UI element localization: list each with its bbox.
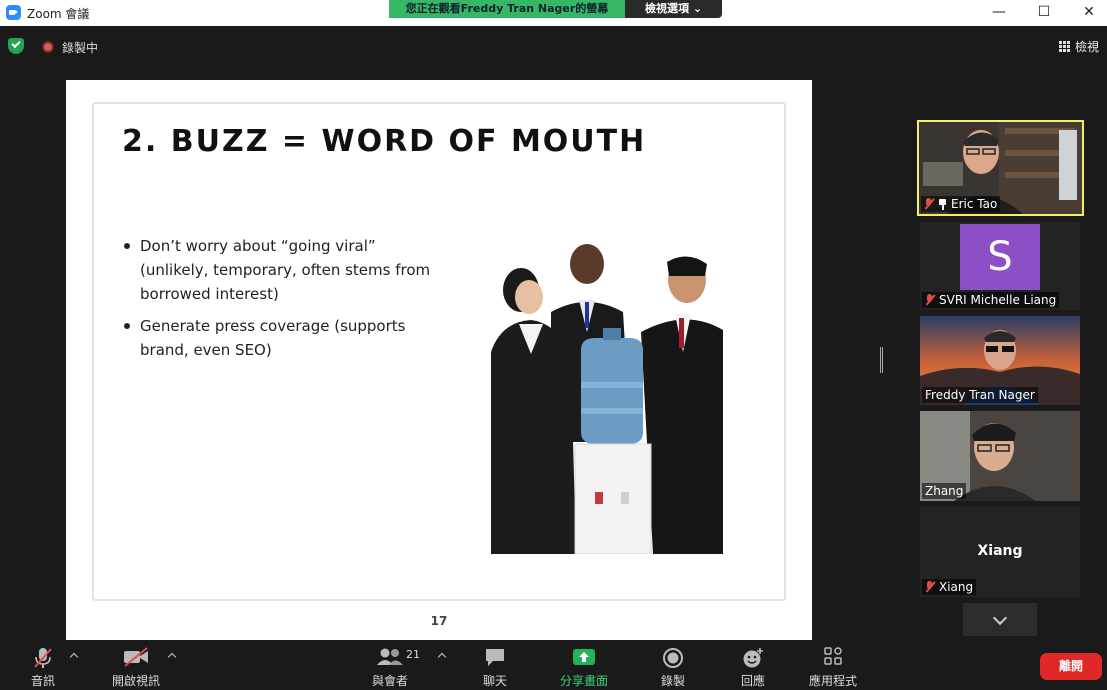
video-options-caret[interactable] [168, 652, 176, 660]
slide-bullets: Don’t worry about “going viral” (unlikel… [124, 234, 444, 370]
gallery-scroll-down-button[interactable] [963, 603, 1037, 636]
zoom-logo-icon [6, 5, 21, 20]
view-label: 檢視 [1074, 40, 1099, 54]
leave-meeting-button[interactable]: 離開 [1040, 653, 1102, 680]
chat-label: 聊天 [482, 674, 507, 688]
water-cooler-photo [491, 242, 723, 554]
grid-view-icon [1058, 41, 1070, 52]
pin-icon [938, 198, 947, 210]
avatar: S [960, 224, 1040, 290]
share-screen-icon [573, 649, 595, 665]
recording-icon [42, 41, 54, 53]
apps-icon [824, 647, 842, 665]
minimize-button[interactable]: — [976, 0, 1022, 26]
share-label: 分享畫面 [559, 674, 608, 688]
participant-display-name: Xiang [977, 543, 1023, 559]
participants-label: 與會者 [371, 674, 408, 688]
photo-illustration [491, 242, 723, 554]
participant-name-text: Freddy Tran Nager [925, 388, 1035, 402]
participant-name: SVRI Michelle Liang [922, 292, 1060, 308]
participant-name-text: Xiang [939, 580, 974, 594]
participant-name: Zhang [922, 483, 967, 499]
share-screen-button[interactable]: 分享畫面 [552, 640, 616, 690]
participants-button[interactable]: 21 與會者 [362, 640, 420, 690]
apps-button[interactable]: 應用程式 [800, 640, 866, 690]
view-options-label: 檢視選項 [644, 2, 689, 15]
participants-count: 21 [406, 648, 420, 661]
microphone-muted-icon [925, 294, 935, 306]
record-button[interactable]: 錄製 [650, 640, 696, 690]
participant-name-text: SVRI Michelle Liang [939, 293, 1057, 307]
chat-button[interactable]: 聊天 [472, 640, 518, 690]
audio-label: 音訊 [30, 674, 55, 688]
record-icon [663, 648, 683, 668]
meeting-info-bar: 錄製中 檢視 [0, 26, 1107, 64]
participant-tile-zhang[interactable]: Zhang [920, 411, 1080, 501]
reactions-label: 回應 [740, 674, 765, 688]
record-label: 錄製 [660, 674, 685, 688]
resize-handle[interactable] [880, 347, 883, 373]
reactions-button[interactable]: 回應 [730, 640, 776, 690]
microphone-muted-icon [924, 198, 934, 210]
microphone-muted-icon [925, 581, 935, 593]
start-video-button[interactable]: 開啟視訊 [106, 640, 166, 690]
share-banner-text: 您正在觀看Freddy Tran Nager的螢幕 [389, 0, 625, 18]
audio-options-caret[interactable] [70, 652, 78, 660]
close-window-button[interactable]: ✕ [1066, 0, 1107, 26]
participant-tile-michelle-liang[interactable]: S SVRI Michelle Liang [920, 222, 1080, 310]
recording-status: 錄製中 [62, 41, 99, 55]
audio-button[interactable]: 音訊 [18, 640, 68, 690]
share-banner: 您正在觀看Freddy Tran Nager的螢幕 檢視選項 ⌄ [389, 0, 722, 18]
slide-title: 2. BUZZ = WORD OF MOUTH [122, 124, 647, 159]
video-label: 開啟視訊 [111, 674, 160, 688]
apps-label: 應用程式 [808, 674, 857, 688]
participant-name: Xiang [922, 579, 977, 595]
participant-tile-freddy-tran-nager[interactable]: Freddy Tran Nager [920, 316, 1080, 405]
participant-tile-eric-tao[interactable]: Eric Tao [917, 120, 1084, 216]
participant-name-text: Zhang [925, 484, 964, 498]
slide-bullet: Don’t worry about “going viral” (unlikel… [124, 234, 444, 306]
view-button[interactable]: 檢視 [1058, 38, 1099, 55]
security-shield-icon[interactable] [8, 38, 24, 54]
participants-icon [377, 648, 403, 665]
window-titlebar: Zoom 會議 您正在觀看Freddy Tran Nager的螢幕 檢視選項 ⌄… [0, 0, 1107, 26]
chevron-down-icon: ⌄ [692, 2, 703, 15]
slide: 2. BUZZ = WORD OF MOUTH Don’t worry abou… [92, 102, 786, 601]
meeting-toolbar: 音訊 開啟視訊 21 與會者 聊天 分享畫面 錄製 回應 應用程式 [0, 640, 1107, 690]
participant-tile-xiang[interactable]: Xiang Xiang [920, 507, 1080, 597]
view-options-button[interactable]: 檢視選項 ⌄ [625, 0, 722, 18]
participant-name: Freddy Tran Nager [922, 387, 1038, 403]
shared-screen: 2. BUZZ = WORD OF MOUTH Don’t worry abou… [66, 80, 812, 640]
chat-icon [486, 649, 504, 666]
participants-options-caret[interactable] [438, 652, 446, 660]
microphone-muted-icon [34, 648, 52, 668]
slide-page-number: 17 [430, 614, 448, 628]
participant-name: Eric Tao [921, 196, 1001, 212]
slide-bullet: Generate press coverage (supports brand,… [124, 314, 444, 362]
video-camera-off-icon [124, 647, 148, 667]
smiley-icon [743, 648, 763, 668]
maximize-button[interactable]: ☐ [1021, 0, 1067, 26]
window-title: Zoom 會議 [27, 7, 90, 21]
participant-name-text: Eric Tao [951, 197, 998, 211]
